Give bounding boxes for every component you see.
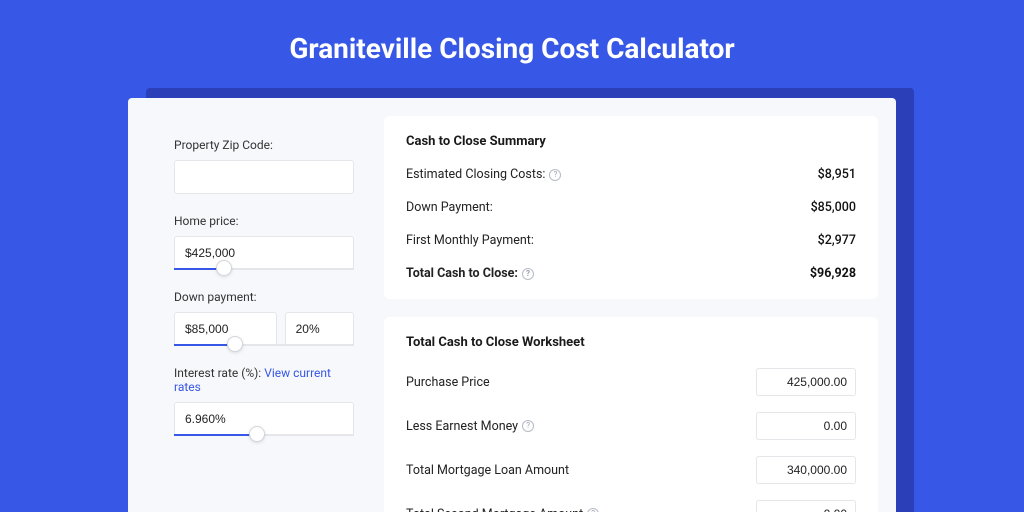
down-payment-label: Down payment: (174, 290, 354, 304)
summary-row-label: Total Cash to Close: ? (406, 266, 534, 281)
help-icon[interactable]: ? (549, 169, 561, 181)
interest-slider[interactable] (174, 434, 354, 436)
summary-panel: Cash to Close Summary Estimated Closing … (384, 116, 878, 299)
worksheet-row-input[interactable] (756, 456, 856, 484)
summary-row: Estimated Closing Costs: ? $8,951 (406, 167, 856, 182)
summary-row-value: $2,977 (818, 233, 856, 248)
summary-row-value: $8,951 (818, 167, 856, 182)
zip-group: Property Zip Code: (174, 138, 354, 194)
worksheet-row-input[interactable] (756, 368, 856, 396)
summary-row-value: $96,928 (810, 266, 856, 281)
interest-label: Interest rate (%): View current rates (174, 366, 354, 394)
page-title: Graniteville Closing Cost Calculator (0, 0, 1024, 65)
summary-row-label: First Monthly Payment: (406, 233, 534, 248)
home-price-group: Home price: (174, 214, 354, 270)
results-column: Cash to Close Summary Estimated Closing … (384, 116, 878, 512)
down-payment-slider-thumb[interactable] (227, 336, 243, 352)
worksheet-row: Less Earnest Money ? (406, 412, 856, 440)
worksheet-panel: Total Cash to Close Worksheet Purchase P… (384, 317, 878, 512)
help-icon[interactable]: ? (522, 420, 534, 432)
worksheet-row-label: Total Second Mortgage Amount ? (406, 507, 599, 512)
zip-label: Property Zip Code: (174, 138, 354, 152)
interest-slider-fill (174, 434, 257, 436)
help-icon[interactable]: ? (587, 508, 599, 512)
worksheet-row-label: Total Mortgage Loan Amount (406, 463, 569, 478)
summary-row-label: Estimated Closing Costs: ? (406, 167, 561, 182)
worksheet-row-input[interactable] (756, 500, 856, 512)
down-payment-input[interactable] (174, 312, 277, 346)
home-price-slider[interactable] (174, 268, 354, 270)
worksheet-row-label: Purchase Price (406, 375, 490, 390)
summary-row-label: Down Payment: (406, 200, 493, 215)
worksheet-row-input[interactable] (756, 412, 856, 440)
down-payment-slider[interactable] (174, 344, 354, 346)
summary-row: First Monthly Payment: $2,977 (406, 233, 856, 248)
home-price-slider-thumb[interactable] (216, 260, 232, 276)
summary-row-total: Total Cash to Close: ? $96,928 (406, 266, 856, 281)
zip-input[interactable] (174, 160, 354, 194)
down-payment-pct-input[interactable] (285, 312, 354, 346)
summary-title: Cash to Close Summary (406, 134, 856, 149)
worksheet-row: Total Second Mortgage Amount ? (406, 500, 856, 512)
calculator-card: Property Zip Code: Home price: Down paym… (128, 98, 896, 512)
interest-slider-thumb[interactable] (249, 426, 265, 442)
worksheet-row: Total Mortgage Loan Amount (406, 456, 856, 484)
interest-label-text: Interest rate (%): (174, 366, 261, 380)
summary-row-value: $85,000 (811, 200, 856, 215)
down-payment-group: Down payment: (174, 290, 354, 346)
down-payment-slider-fill (174, 344, 235, 346)
summary-row: Down Payment: $85,000 (406, 200, 856, 215)
worksheet-row: Purchase Price (406, 368, 856, 396)
home-price-input[interactable] (174, 236, 354, 270)
interest-group: Interest rate (%): View current rates (174, 366, 354, 436)
worksheet-row-label: Less Earnest Money ? (406, 419, 534, 434)
down-payment-row (174, 312, 354, 346)
page-root: Graniteville Closing Cost Calculator Pro… (0, 0, 1024, 512)
inputs-column: Property Zip Code: Home price: Down paym… (146, 116, 366, 512)
help-icon[interactable]: ? (522, 268, 534, 280)
worksheet-title: Total Cash to Close Worksheet (406, 335, 856, 350)
home-price-label: Home price: (174, 214, 354, 228)
